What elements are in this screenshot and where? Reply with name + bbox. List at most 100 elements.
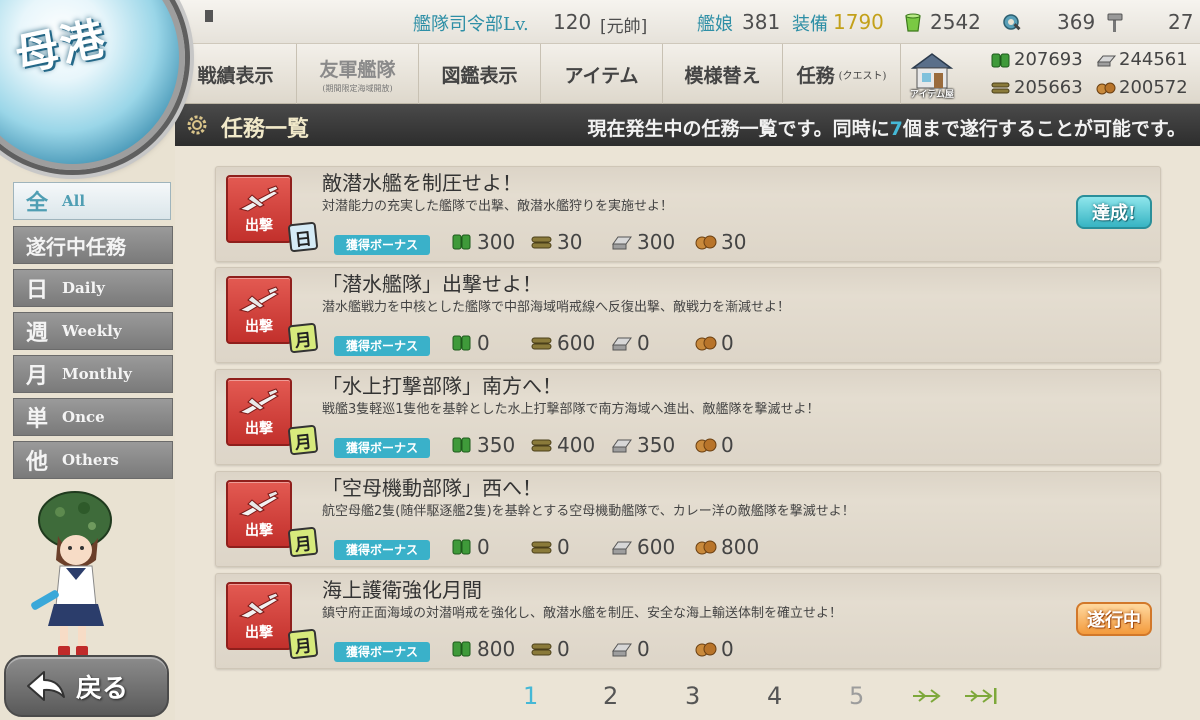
improvement-material-count: 27 bbox=[1168, 10, 1194, 34]
quest-frequency-tag: 月 bbox=[287, 526, 319, 558]
quest-row[interactable]: 出撃月 海上護衛強化月間 鎮守府正面海域の対潜哨戒を強化し、敵潜水艦を制圧、安全な海… bbox=[215, 573, 1161, 669]
tab-in-progress[interactable]: 遂行中任務 bbox=[13, 226, 173, 264]
ships-count: 381 bbox=[742, 10, 781, 34]
quest-reward-bauxite-amount: 800 bbox=[721, 535, 760, 559]
ammo-amount: 205663 bbox=[1014, 77, 1083, 98]
page-1-button[interactable]: 1 bbox=[523, 682, 538, 710]
quest-reward-bauxite: 800 bbox=[695, 535, 759, 559]
tab-monthly[interactable]: 月 Monthly bbox=[13, 355, 173, 393]
quest-reward-fuel-amount: 800 bbox=[477, 637, 516, 661]
steel-icon bbox=[612, 337, 632, 351]
quest-limit-text-before: 現在発生中の任務一覧です。同時に bbox=[587, 118, 890, 140]
item-shop-button[interactable]: アイテム屋 bbox=[905, 46, 959, 102]
tab-once-label: Once bbox=[62, 408, 105, 426]
tab-weekly-kanji: 週 bbox=[26, 320, 49, 346]
bucket-count: 2542 bbox=[930, 10, 981, 34]
quest-category-label: 出撃 bbox=[245, 523, 273, 539]
tab-daily-kanji: 日 bbox=[26, 277, 49, 303]
page-2-button[interactable]: 2 bbox=[603, 682, 618, 710]
quest-category-badge: 出撃 bbox=[226, 175, 292, 243]
page-3-button[interactable]: 3 bbox=[685, 682, 700, 710]
bucket-icon bbox=[905, 13, 921, 32]
quest-row[interactable]: 出撃日 敵潜水艦を制圧せよ！ 対潜能力の充実した艦隊で出撃、敵潜水艦狩りを実施せよ！… bbox=[215, 166, 1161, 262]
quest-reward-steel-amount: 300 bbox=[637, 230, 676, 254]
quest-reward-fuel-amount: 0 bbox=[477, 535, 490, 559]
quest-category-badge: 出撃 bbox=[226, 480, 292, 548]
quest-reward-fuel-amount: 300 bbox=[477, 230, 516, 254]
sortie-plane-icon bbox=[238, 388, 280, 415]
quest-bonus-label: 獲得ボーナス bbox=[334, 235, 430, 255]
quest-reward-steel-amount: 600 bbox=[637, 535, 676, 559]
secretary-ship-character[interactable] bbox=[20, 478, 130, 658]
ammo-icon bbox=[531, 541, 552, 554]
materials-panel: 207693 244561 205663 200572 bbox=[990, 47, 1200, 103]
fuel-icon bbox=[452, 539, 471, 555]
gear-icon bbox=[187, 115, 207, 135]
bauxite-resource: 200572 bbox=[1095, 77, 1188, 98]
quest-title: 海上護衛強化月間 bbox=[322, 578, 482, 602]
fuel-resource: 207693 bbox=[990, 49, 1083, 70]
page-4-button[interactable]: 4 bbox=[767, 682, 782, 710]
nav-items-button[interactable]: アイテム bbox=[541, 44, 663, 104]
tab-weekly-label: Weekly bbox=[62, 322, 122, 340]
quest-reward-steel: 350 bbox=[611, 433, 675, 457]
quest-row[interactable]: 出撃月 「空母機動部隊」西へ！ 航空母艦2隻(随伴駆逐艦2隻)を基幹とする空母機動艦… bbox=[215, 471, 1161, 567]
quest-row[interactable]: 出撃月 「潜水艦隊」出撃せよ！ 潜水艦戦力を中核とした艦隊で中部海域哨戒線へ反復出撃… bbox=[215, 267, 1161, 363]
nav-encyclopedia-button[interactable]: 図鑑表示 bbox=[419, 44, 541, 104]
quest-bonus-label: 獲得ボーナス bbox=[334, 540, 430, 560]
nav-furniture-button[interactable]: 模様替え bbox=[663, 44, 783, 104]
quest-category-label: 出撃 bbox=[245, 421, 273, 437]
quest-reward-fuel-amount: 0 bbox=[477, 331, 490, 355]
quest-reward-ammo-amount: 30 bbox=[557, 230, 583, 254]
tab-monthly-kanji: 月 bbox=[26, 363, 49, 389]
bauxite-icon bbox=[695, 438, 717, 453]
nav-records-button[interactable]: 戦績表示 bbox=[175, 44, 297, 104]
tab-all[interactable]: 全 All bbox=[13, 182, 171, 220]
tab-once[interactable]: 単 Once bbox=[13, 398, 173, 436]
ammo-icon bbox=[991, 82, 1010, 93]
nav-records-label: 戦績表示 bbox=[197, 64, 274, 87]
tab-all-label: All bbox=[62, 192, 86, 210]
quest-reward-fuel: 0 bbox=[451, 535, 490, 559]
back-label: 戻る bbox=[76, 673, 129, 704]
tab-daily[interactable]: 日 Daily bbox=[13, 269, 173, 307]
ammo-icon bbox=[531, 643, 552, 656]
admiral-label: 艦隊司令部Lv. bbox=[413, 14, 529, 35]
tab-weekly[interactable]: 週 Weekly bbox=[13, 312, 173, 350]
quest-reward-bauxite: 0 bbox=[695, 433, 734, 457]
quest-reward-ammo-amount: 400 bbox=[557, 433, 596, 457]
back-arrow-icon bbox=[27, 671, 65, 701]
quest-reward-steel: 0 bbox=[611, 331, 650, 355]
nav-friend-fleet-button[interactable]: 友軍艦隊 (期間限定海域開放) bbox=[297, 44, 419, 104]
sortie-plane-icon bbox=[238, 490, 280, 517]
next-page-icon[interactable] bbox=[911, 686, 947, 706]
page-5-button[interactable]: 5 bbox=[849, 682, 864, 710]
main-navigation: 戦績表示 友軍艦隊 (期間限定海域開放) 図鑑表示 アイテム 模様替え 任務 (… bbox=[175, 44, 1200, 104]
quest-reward-ammo: 30 bbox=[531, 230, 582, 254]
quest-reward-fuel: 0 bbox=[451, 331, 490, 355]
ammo-icon bbox=[531, 337, 552, 350]
quest-reward-bauxite: 0 bbox=[695, 637, 734, 661]
nav-quest-button[interactable]: 任務 (クエスト) bbox=[783, 44, 901, 104]
tab-in-progress-label: 遂行中任務 bbox=[26, 234, 126, 259]
back-button[interactable]: 戻る bbox=[4, 655, 169, 717]
quest-reward-fuel: 350 bbox=[451, 433, 515, 457]
quest-frequency-tag: 月 bbox=[287, 628, 319, 660]
quest-reward-ammo: 0 bbox=[531, 637, 570, 661]
development-material-icon bbox=[1003, 14, 1021, 31]
home-port-button[interactable]: 母港 bbox=[0, 0, 185, 170]
pagination: 1 2 3 4 5 bbox=[175, 676, 1200, 720]
quest-reward-steel-amount: 0 bbox=[637, 637, 650, 661]
ships-label: 艦娘 bbox=[697, 14, 733, 35]
quest-status-in-progress[interactable]: 遂行中 bbox=[1076, 602, 1152, 636]
last-page-icon[interactable] bbox=[963, 686, 999, 706]
nav-encyclopedia-label: 図鑑表示 bbox=[441, 64, 518, 87]
quest-row[interactable]: 出撃月 「水上打撃部隊」南方へ！ 戦艦3隻軽巡1隻他を基幹とした水上打撃部隊で南方海… bbox=[215, 369, 1161, 465]
quest-frequency-tag: 日 bbox=[287, 221, 319, 253]
quest-status-achieved[interactable]: 達成! bbox=[1076, 195, 1152, 229]
nav-quest-sublabel: (クエスト) bbox=[838, 70, 887, 82]
quest-limit-description: 現在発生中の任務一覧です。同時に7個まで遂行することが可能です。 bbox=[588, 114, 1186, 141]
quest-frequency-tag: 月 bbox=[287, 424, 319, 456]
tab-others[interactable]: 他 Others bbox=[13, 441, 173, 479]
nav-friend-fleet-sublabel: (期間限定海域開放) bbox=[322, 83, 393, 93]
